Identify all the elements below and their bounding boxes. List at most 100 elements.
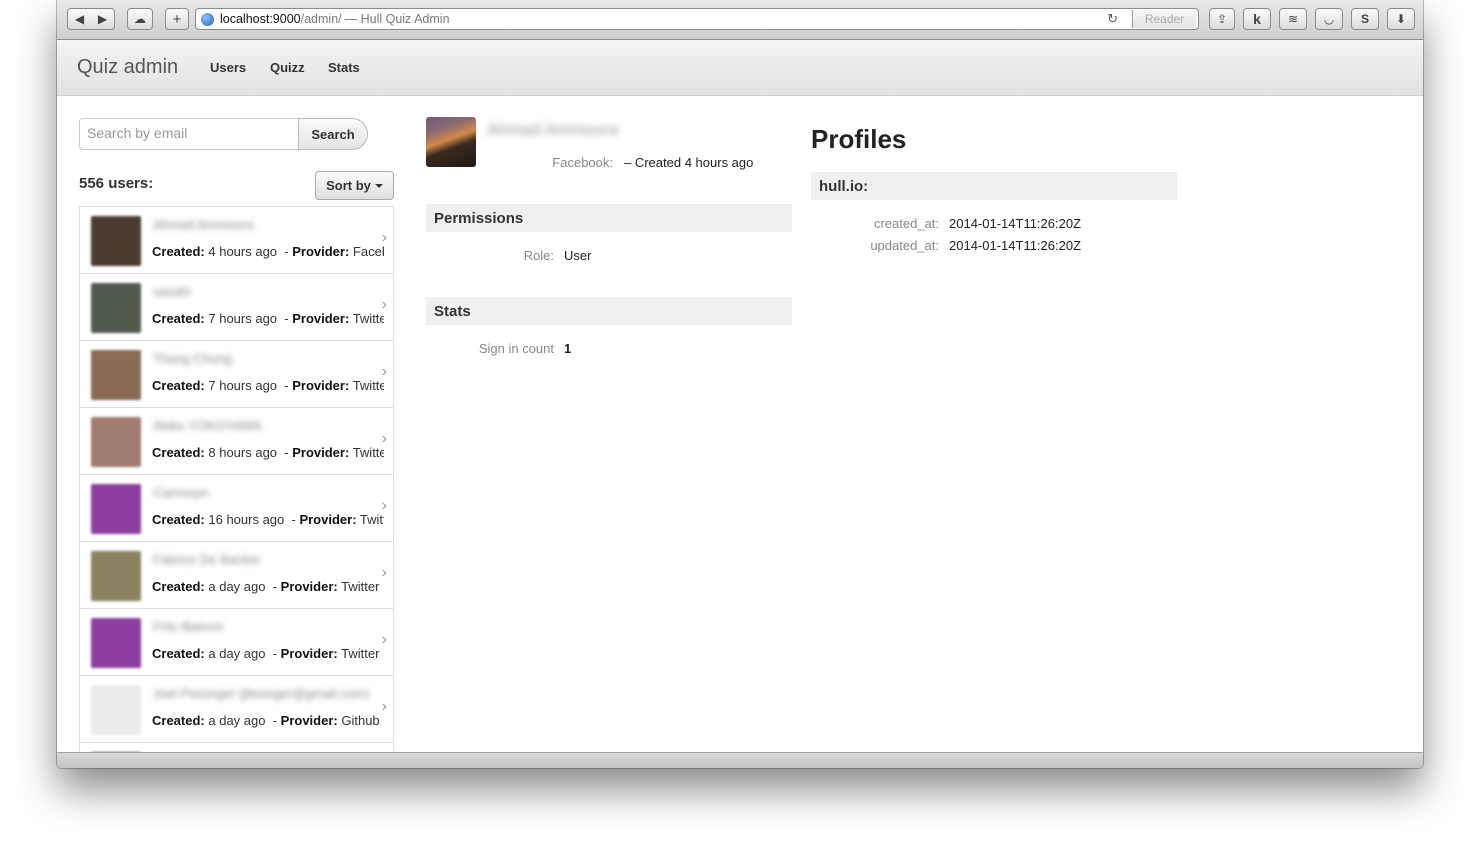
- icloud-button[interactable]: ☁: [127, 8, 153, 30]
- updated-at-label: updated_at:: [870, 238, 939, 253]
- provider-label: Provider:: [280, 646, 338, 661]
- forward-icon[interactable]: ▶: [98, 12, 107, 26]
- created-label: Created:: [152, 445, 205, 460]
- globe-icon: [201, 12, 214, 26]
- user-meta: Created: 7 hours ago - Provider: Twitter: [152, 311, 384, 326]
- created-at-value: 2014-01-14T11:26:20Z: [949, 216, 1082, 231]
- back-icon[interactable]: ◀: [75, 12, 84, 26]
- provider-value: Facebook: [352, 244, 384, 259]
- created-label: Created:: [152, 244, 205, 259]
- user-name: sasahi: [153, 284, 191, 299]
- facebook-label: Facebook:: [552, 155, 613, 170]
- user-avatar: [91, 216, 141, 266]
- k-extension-button[interactable]: k: [1243, 8, 1271, 30]
- created-label: Created:: [152, 378, 205, 393]
- chevron-right-icon: ›: [381, 497, 387, 514]
- share-button[interactable]: ⇪: [1209, 8, 1235, 30]
- chevron-right-icon: ›: [381, 430, 387, 447]
- user-list-item[interactable]: sasahi Created: 7 hours ago - Provider: T…: [80, 274, 393, 341]
- sign-in-count-label: Sign in count: [478, 341, 554, 356]
- profiles-title: Profiles: [811, 124, 907, 154]
- sort-by-label: Sort by: [326, 178, 371, 193]
- brand[interactable]: Quiz admin: [77, 56, 178, 79]
- buffer-extension-button[interactable]: ≋: [1279, 8, 1307, 30]
- profile-provider-heading: hull.io:: [811, 172, 1177, 200]
- created-value: 7 hours ago: [208, 378, 278, 393]
- user-list-item[interactable]: Fritz Batroni Created: a day ago - Provid…: [80, 609, 393, 676]
- back-forward-buttons[interactable]: ◀ ▶: [67, 8, 115, 30]
- user-name: Thang Chung: [153, 351, 232, 366]
- provider-value: Github: [341, 713, 380, 728]
- user-list: Ahmad Ammoura Created: 4 hours ago - Prov…: [79, 206, 394, 752]
- chevron-right-icon: ›: [381, 631, 387, 648]
- sort-by-button[interactable]: Sort by: [315, 171, 394, 200]
- reader-button[interactable]: Reader: [1132, 10, 1196, 28]
- provider-label: Provider:: [292, 244, 350, 259]
- page-title: — Hull Quiz Admin: [344, 12, 450, 26]
- nav-stats[interactable]: Stats: [328, 60, 360, 75]
- provider-label: Provider:: [280, 579, 338, 594]
- chevron-right-icon: ›: [381, 229, 387, 246]
- created-label: Created:: [152, 579, 205, 594]
- user-detail-avatar: [426, 117, 476, 167]
- chevron-right-icon: ›: [381, 363, 387, 380]
- reload-icon[interactable]: ↻: [1107, 11, 1118, 27]
- user-list-item[interactable]: Ahmad Ammoura Created: 4 hours ago - Prov…: [80, 207, 393, 274]
- user-meta: Created: a day ago - Provider: Twitter: [152, 579, 380, 594]
- new-tab-button[interactable]: +: [165, 8, 189, 30]
- user-avatar: [91, 551, 141, 601]
- provider-label: Provider:: [292, 378, 350, 393]
- user-list-item[interactable]: Joel Petzinger (jfesinger@gmail.com) Crea…: [80, 676, 393, 743]
- pocket-extension-button[interactable]: ◡: [1315, 8, 1343, 30]
- provider-label: Provider:: [299, 512, 357, 527]
- created-value: a day ago: [208, 713, 266, 728]
- permissions-heading: Permissions: [426, 204, 792, 232]
- facebook-value: – Created 4 hours ago: [624, 155, 754, 170]
- s-extension-button[interactable]: S: [1351, 8, 1379, 30]
- url-host: localhost:9000: [220, 12, 301, 26]
- provider-value: Twitter: [352, 378, 384, 393]
- user-list-item[interactable]: Akiko YOKOYAMA Created: 8 hours ago - Pro…: [80, 408, 393, 475]
- user-avatar: [91, 685, 141, 735]
- nav-users[interactable]: Users: [210, 60, 246, 75]
- user-list-item[interactable]: [80, 743, 393, 752]
- search-button[interactable]: Search: [298, 118, 368, 150]
- user-list-item[interactable]: Thang Chung Created: 7 hours ago - Provid…: [80, 341, 393, 408]
- caret-down-icon: [374, 183, 383, 188]
- created-value: a day ago: [208, 646, 266, 661]
- user-list-item[interactable]: Fabrice De Backer Created: a day ago - Pr…: [80, 542, 393, 609]
- provider-label: Provider:: [280, 713, 338, 728]
- created-at-label: created_at:: [873, 216, 939, 231]
- user-name: Fritz Batroni: [153, 619, 224, 634]
- user-avatar: [91, 350, 141, 400]
- user-name: Camouyo: [153, 485, 209, 500]
- created-label: Created:: [152, 646, 205, 661]
- download-icon: ⬇: [1395, 12, 1407, 26]
- pocket-icon: ◡: [1323, 12, 1335, 26]
- role-label: Role:: [523, 248, 554, 263]
- user-avatar: [91, 417, 141, 467]
- user-list-item[interactable]: Camouyo Created: 16 hours ago - Provider:…: [80, 475, 393, 542]
- provider-value: Twitter: [352, 445, 384, 460]
- address-bar[interactable]: localhost:9000 /admin/ — Hull Quiz Admin…: [195, 8, 1199, 30]
- layers-icon: ≋: [1287, 12, 1299, 26]
- downloads-button[interactable]: ⬇: [1387, 8, 1415, 30]
- user-avatar: [91, 484, 141, 534]
- users-count: 556 users:: [79, 175, 154, 192]
- created-value: a day ago: [208, 579, 266, 594]
- user-name: Joel Petzinger (jfesinger@gmail.com): [153, 686, 370, 701]
- user-meta: Created: 4 hours ago - Provider: Faceboo…: [152, 244, 384, 259]
- user-name: Ahmad Ammoura: [153, 217, 254, 232]
- search-input[interactable]: Search by email: [79, 118, 299, 150]
- app-navbar: Quiz admin Users Quizz Stats: [57, 40, 1423, 96]
- url-path: /admin/: [300, 12, 342, 26]
- user-name: Akiko YOKOYAMA: [153, 418, 262, 433]
- stats-heading: Stats: [426, 297, 792, 325]
- created-label: Created:: [152, 311, 205, 326]
- share-icon: ⇪: [1216, 12, 1228, 26]
- browser-window: ◀ ▶ ☁ + localhost:9000 /admin/ — Hull Qui…: [57, 0, 1423, 768]
- created-value: 16 hours ago: [208, 512, 285, 527]
- sign-in-count-value: 1: [564, 341, 572, 356]
- nav-quizz[interactable]: Quizz: [270, 60, 305, 75]
- created-value: 4 hours ago: [208, 244, 278, 259]
